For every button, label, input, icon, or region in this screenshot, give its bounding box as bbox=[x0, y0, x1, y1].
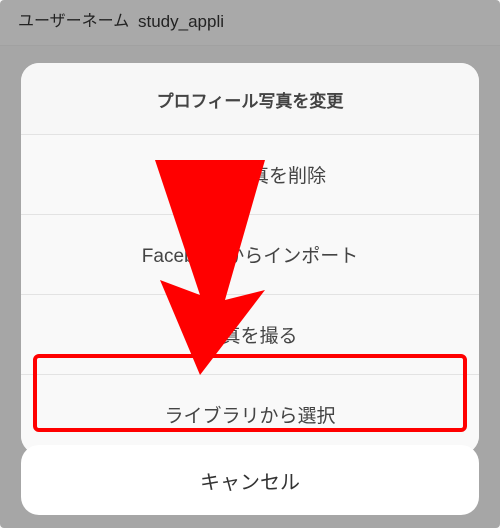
cancel-label: キャンセル bbox=[200, 466, 300, 495]
action-sheet: プロフィール写真を変更 現在の写真を削除 Facebookからインポート 写真を… bbox=[21, 63, 479, 454]
option-take-photo[interactable]: 写真を撮る bbox=[21, 295, 479, 375]
option-import-facebook[interactable]: Facebookからインポート bbox=[21, 215, 479, 295]
option-choose-library[interactable]: ライブラリから選択 bbox=[21, 375, 479, 454]
sheet-title: プロフィール写真を変更 bbox=[21, 63, 479, 135]
option-delete-photo[interactable]: 現在の写真を削除 bbox=[21, 135, 479, 215]
cancel-button[interactable]: キャンセル bbox=[21, 445, 479, 515]
